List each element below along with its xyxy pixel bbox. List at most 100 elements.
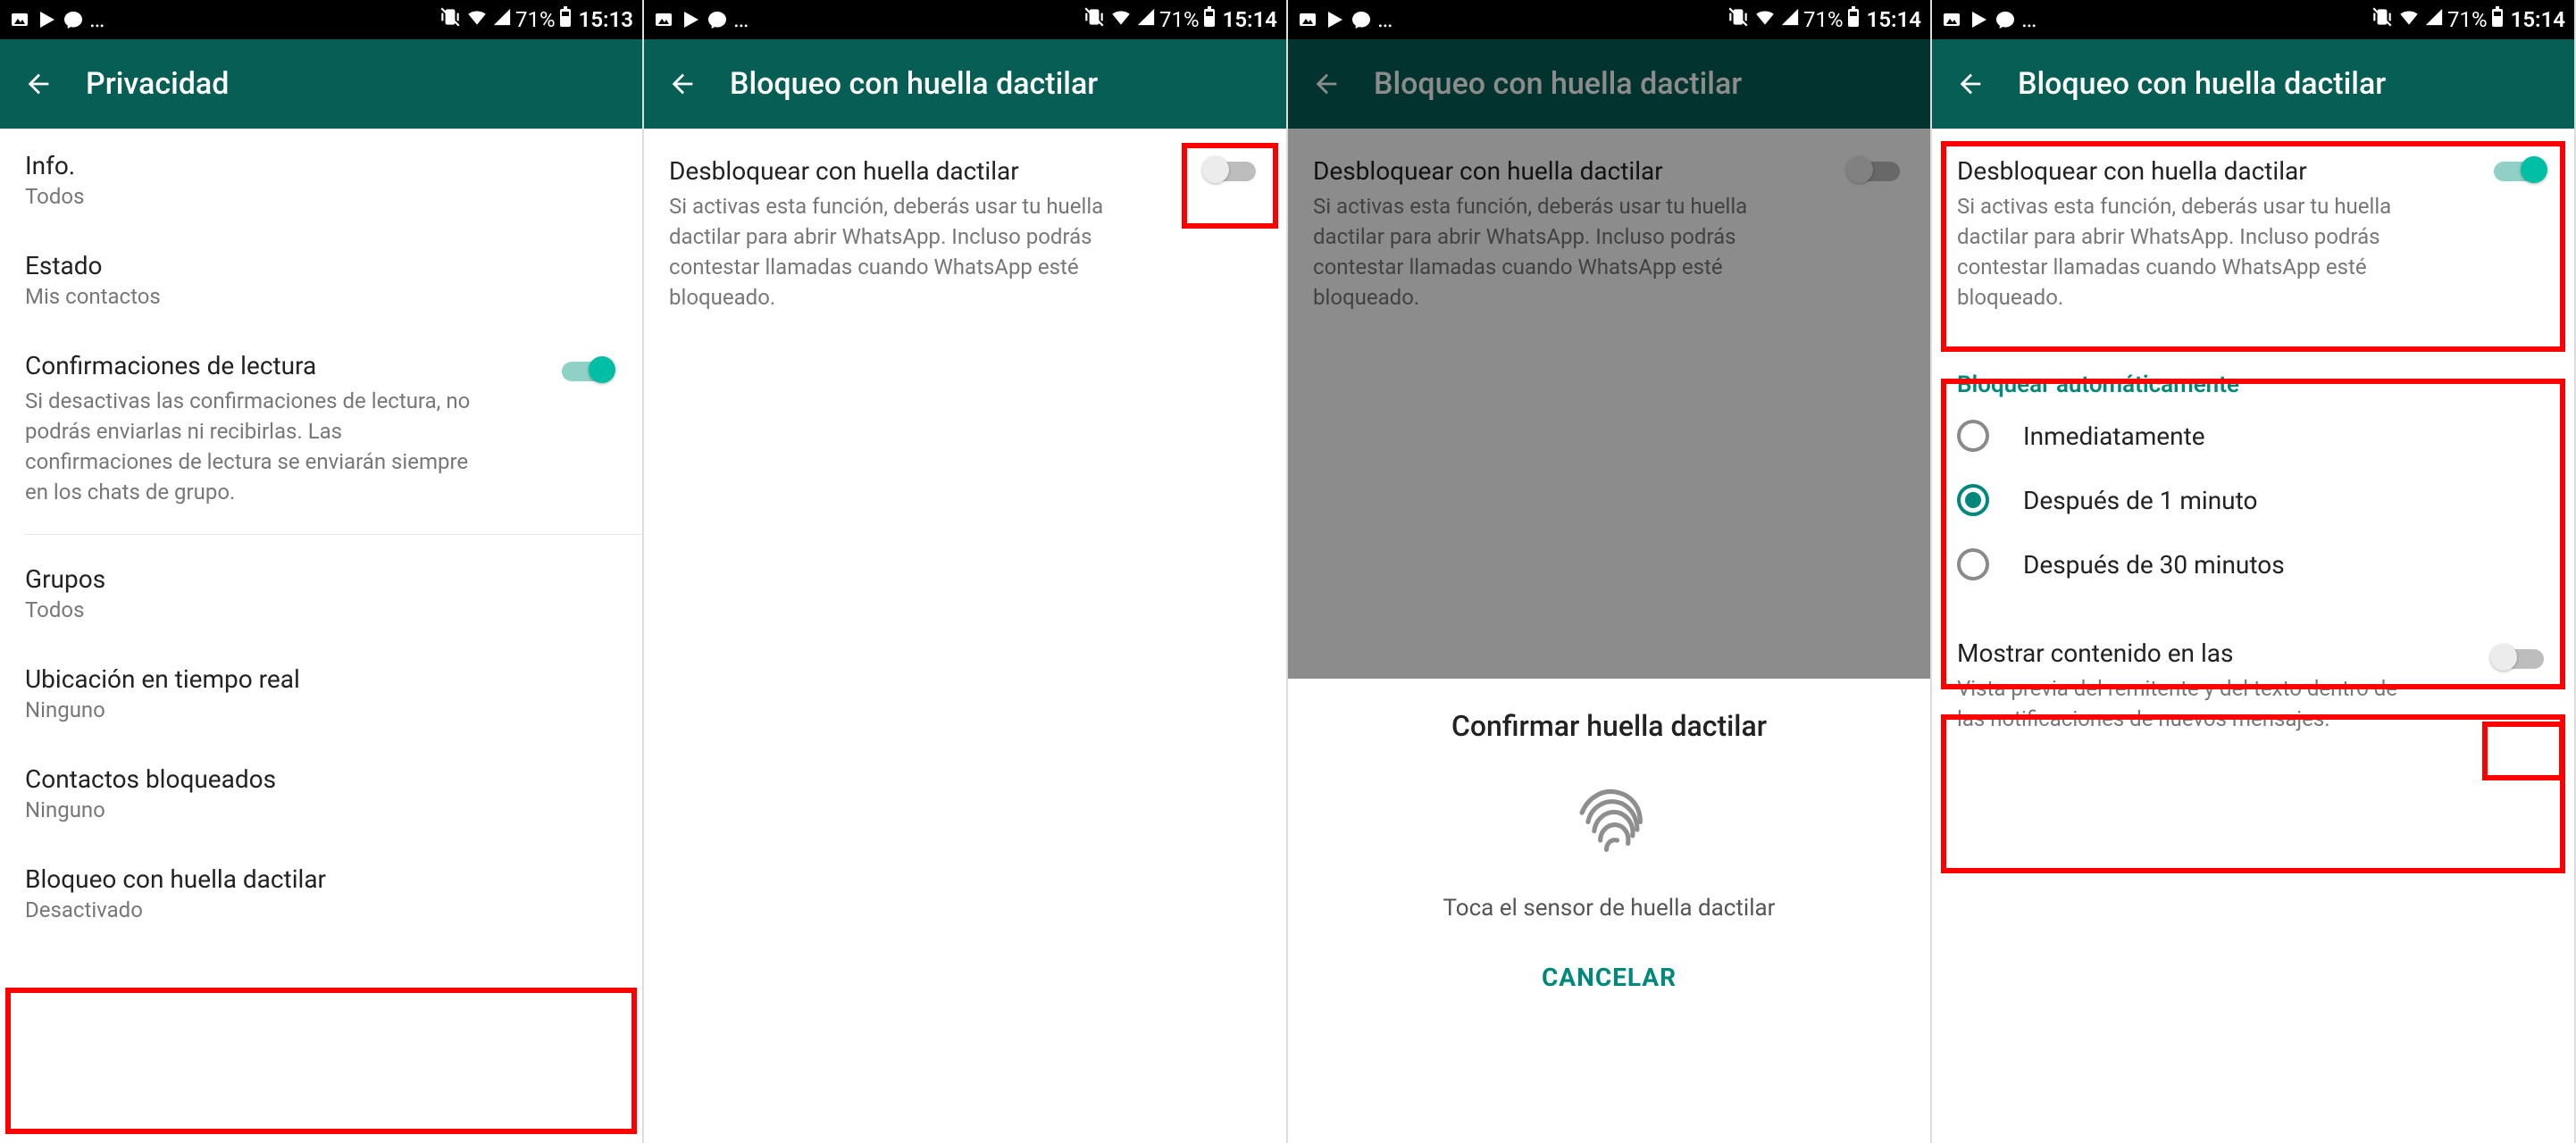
vibrate-icon — [439, 5, 462, 34]
fingerprint-icon — [1560, 770, 1659, 868]
status-right: 71% 15:14 — [2371, 5, 2565, 34]
battery-icon — [1203, 6, 1216, 33]
row-sub: Ninguno — [25, 697, 617, 722]
row-title: Desbloquear con huella dactilar — [1957, 154, 2549, 189]
wifi-icon — [465, 5, 489, 34]
battery-icon — [559, 6, 572, 33]
row-title: Mostrar contenido en las — [1957, 636, 2549, 672]
battery-percent: 71% — [515, 7, 556, 32]
clock: 15:14 — [1867, 7, 1921, 32]
divider — [25, 534, 642, 535]
privacy-row-live-location[interactable]: Ubicación en tiempo real Ninguno — [0, 642, 642, 742]
privacy-row-groups[interactable]: Grupos Todos — [0, 542, 642, 642]
app-bar: Bloqueo con huella dactilar — [1932, 39, 2574, 129]
battery-icon — [1847, 6, 1860, 33]
battery-percent: 71% — [1803, 7, 1844, 32]
vibrate-icon — [1727, 5, 1750, 34]
gallery-icon — [9, 9, 30, 30]
unlock-toggle[interactable] — [2488, 154, 2549, 186]
privacy-row-fingerprint[interactable]: Bloqueo con huella dactilar Desactivado — [0, 842, 642, 942]
unlock-toggle[interactable] — [1200, 154, 1261, 186]
radio-icon — [1957, 420, 1989, 452]
gallery-icon — [653, 9, 674, 30]
status-right: 71% 15:14 — [1727, 5, 1921, 34]
radio-label: Después de 30 minutos — [2023, 550, 2285, 580]
wifi-icon — [2397, 5, 2421, 34]
play-store-icon — [1968, 9, 1989, 30]
messenger-icon — [1351, 9, 1372, 30]
play-store-icon — [680, 9, 701, 30]
status-left: … — [1941, 6, 2037, 33]
privacy-row-info[interactable]: Info. Todos — [0, 129, 642, 229]
row-title: Confirmaciones de lectura — [25, 348, 617, 384]
vibrate-icon — [1083, 5, 1106, 34]
cancel-button[interactable]: CANCELAR — [1542, 963, 1677, 992]
signal-icon — [1136, 7, 1156, 32]
row-sub: Todos — [25, 597, 617, 622]
signal-icon — [492, 7, 512, 32]
row-sub: Vista previa del remitente y del texto d… — [1957, 673, 2421, 734]
content: Desbloquear con huella dactilar Si activ… — [644, 129, 1286, 1143]
radio-icon — [1957, 484, 1989, 516]
auto-lock-option-1min[interactable]: Después de 1 minuto — [1932, 468, 2574, 532]
unlock-fingerprint-row[interactable]: Desbloquear con huella dactilar Si activ… — [644, 129, 1286, 332]
battery-icon — [2491, 6, 2504, 33]
row-sub: Todos — [25, 184, 617, 209]
radio-icon — [1957, 548, 1989, 580]
ellipsis-icon: … — [1377, 6, 1393, 33]
app-bar: Bloqueo con huella dactilar — [644, 39, 1286, 129]
row-sub: Si activas esta función, deberás usar tu… — [669, 191, 1133, 313]
signal-icon — [1780, 7, 1800, 32]
ellipsis-icon: … — [89, 6, 105, 33]
row-title: Ubicación en tiempo real — [25, 662, 617, 697]
show-content-row[interactable]: Mostrar contenido en las Vista previa de… — [1932, 616, 2574, 754]
row-title: Contactos bloqueados — [25, 762, 617, 797]
clock: 15:14 — [2511, 7, 2565, 32]
status-bar: … 71% 15:14 — [644, 0, 1286, 39]
unlock-fingerprint-row[interactable]: Desbloquear con huella dactilar Si activ… — [1932, 129, 2574, 332]
status-right: 71% 15:13 — [439, 5, 633, 34]
privacy-row-read-receipts[interactable]: Confirmaciones de lectura Si desactivas … — [0, 329, 642, 527]
row-title: Desbloquear con huella dactilar — [669, 154, 1261, 189]
screen-fingerprint-off: … 71% 15:14 Bloqueo con huella dactilar … — [644, 0, 1288, 1143]
screen-privacy: … 71% 15:13 Privacidad Info. Todos Estad… — [0, 0, 644, 1143]
privacy-row-status[interactable]: Estado Mis contactos — [0, 229, 642, 329]
auto-lock-section-label: Bloquear automáticamente — [1932, 355, 2574, 404]
status-left: … — [9, 6, 105, 33]
back-icon[interactable] — [1955, 69, 1986, 99]
read-receipts-toggle[interactable] — [556, 354, 617, 386]
show-content-toggle[interactable] — [2488, 641, 2549, 673]
status-left: … — [1297, 6, 1393, 33]
row-sub: Si activas esta función, deberás usar tu… — [1957, 191, 2421, 313]
gallery-icon — [1297, 9, 1318, 30]
page-title: Privacidad — [86, 66, 229, 102]
messenger-icon — [707, 9, 728, 30]
messenger-icon — [63, 9, 84, 30]
screen-fingerprint-on: … 71% 15:14 Bloqueo con huella dactilar … — [1932, 0, 2576, 1143]
wifi-icon — [1109, 5, 1133, 34]
row-sub: Desactivado — [25, 897, 617, 922]
signal-icon — [2424, 7, 2444, 32]
gallery-icon — [1941, 9, 1962, 30]
battery-percent: 71% — [2447, 7, 2488, 32]
fingerprint-sheet: Confirmar huella dactilar Toca el sensor… — [1288, 679, 1930, 1143]
row-title: Info. — [25, 148, 617, 184]
privacy-row-blocked[interactable]: Contactos bloqueados Ninguno — [0, 742, 642, 842]
radio-label: Inmediatamente — [2023, 421, 2205, 451]
status-bar: … 71% 15:14 — [1288, 0, 1930, 39]
row-title: Bloqueo con huella dactilar — [25, 862, 617, 897]
auto-lock-option-30min[interactable]: Después de 30 minutos — [1932, 532, 2574, 597]
content: Info. Todos Estado Mis contactos Confirm… — [0, 129, 642, 1143]
ellipsis-icon: … — [733, 6, 749, 33]
back-icon[interactable] — [667, 69, 698, 99]
messenger-icon — [1995, 9, 2016, 30]
wifi-icon — [1753, 5, 1777, 34]
vibrate-icon — [2371, 5, 2394, 34]
content: Desbloquear con huella dactilar Si activ… — [1932, 129, 2574, 1143]
auto-lock-option-immediate[interactable]: Inmediatamente — [1932, 404, 2574, 468]
back-icon[interactable] — [23, 69, 54, 99]
page-title: Bloqueo con huella dactilar — [730, 66, 1098, 102]
row-title: Grupos — [25, 562, 617, 597]
row-sub: Si desactivas las confirmaciones de lect… — [25, 386, 489, 507]
app-bar: Privacidad — [0, 39, 642, 129]
